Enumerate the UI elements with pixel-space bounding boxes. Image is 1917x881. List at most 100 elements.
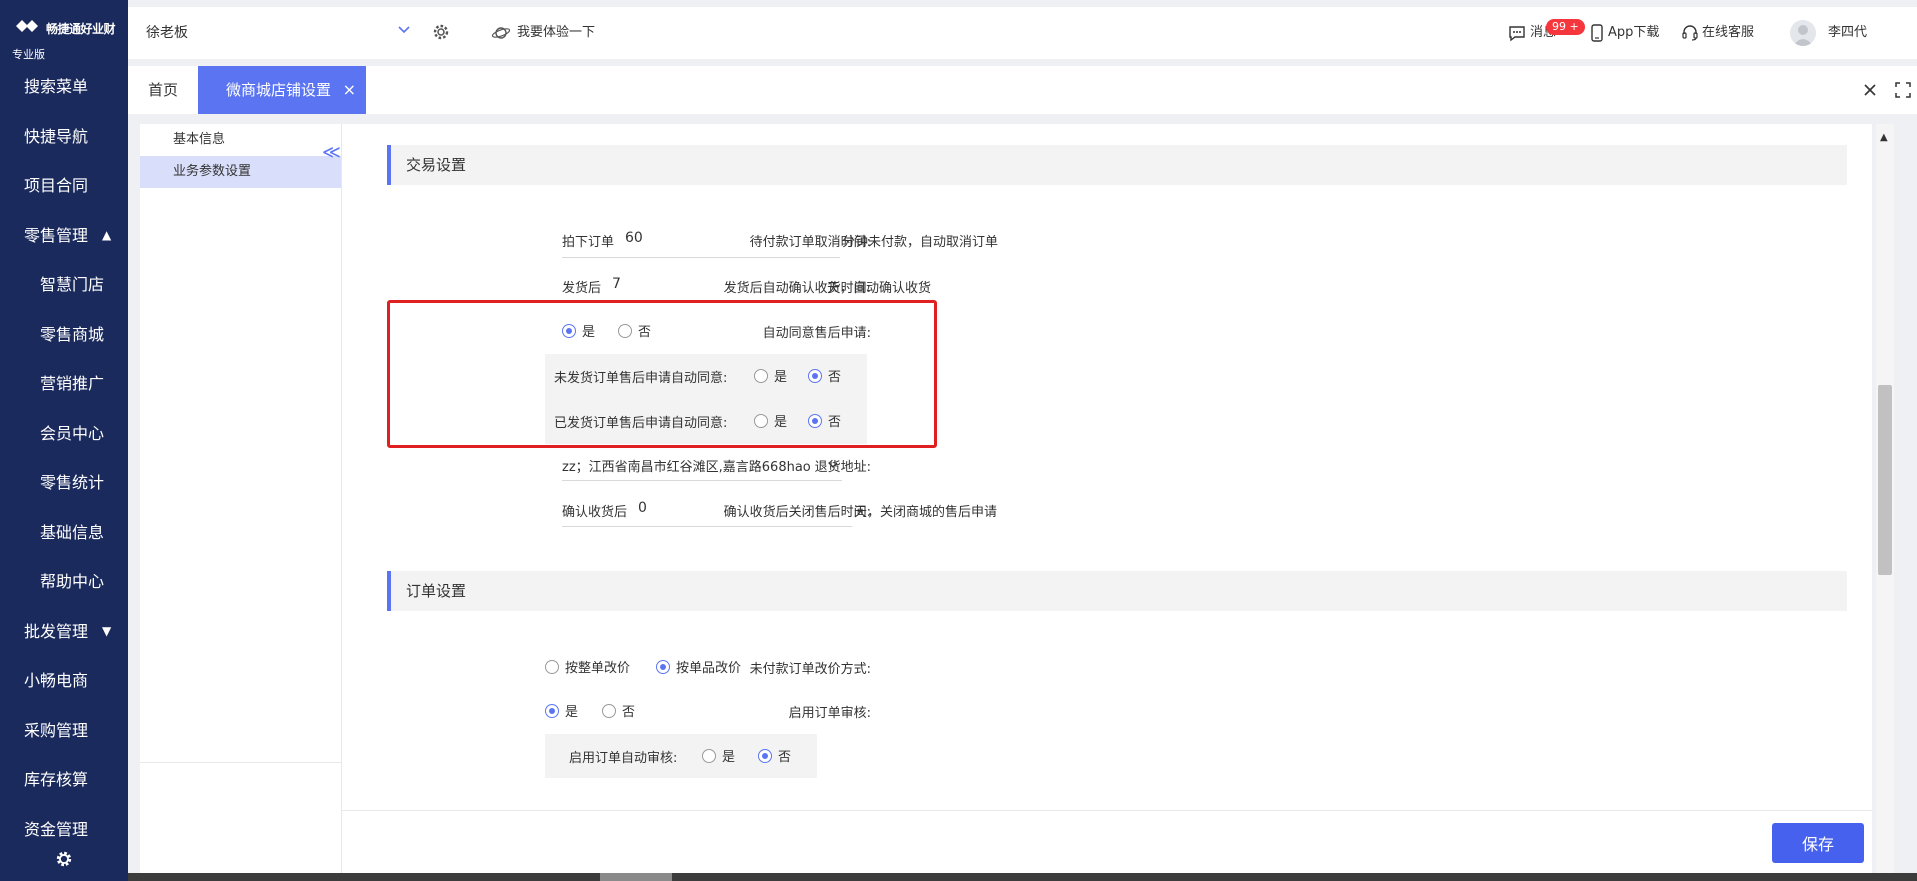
chevron-down-icon[interactable] <box>826 458 840 472</box>
tab-close-icon[interactable]: × <box>343 66 356 114</box>
sidebar-item-quick-nav[interactable]: 快捷导航 <box>0 112 128 162</box>
confirm-time-input[interactable]: 7 <box>612 276 621 292</box>
radio-label: 按单品改价 <box>676 661 742 676</box>
radio-unchecked <box>545 659 559 674</box>
experience-link[interactable]: 我要体验一下 <box>491 7 596 59</box>
sidebar-item-label: 会员中心 <box>40 423 105 443</box>
trade-section-header: 交易设置 <box>387 145 1847 185</box>
sidebar-item-retail[interactable]: 零售管理 ▲ <box>0 211 128 261</box>
sidebar-menu: 搜索菜单 快捷导航 项目合同 零售管理 ▲ 智慧门店 零售商城 营销推广 会员中心… <box>0 62 128 854</box>
save-button[interactable]: 保存 <box>1772 823 1864 863</box>
headset-icon <box>1682 24 1698 41</box>
settings-gear-icon[interactable] <box>431 22 451 42</box>
planet-icon <box>491 27 511 39</box>
sidebar-item-search-menu[interactable]: 搜索菜单 <box>0 62 128 112</box>
sidebar-item-help-center[interactable]: 帮助中心 <box>0 557 128 607</box>
sidebar-item-inventory[interactable]: 库存核算 <box>0 755 128 805</box>
sidebar-settings-button[interactable] <box>0 837 128 881</box>
sidebar-item-member-center[interactable]: 会员中心 <box>0 409 128 459</box>
close-aftersale-prefix: 确认收货后 <box>562 505 628 520</box>
radio-label: 是 <box>722 750 736 765</box>
sidebar-item-label: 零售统计 <box>40 473 105 492</box>
gear-icon <box>56 851 72 867</box>
return-address-select[interactable]: zz；江西省南昌市红谷滩区,嘉言路668hao <box>562 456 811 475</box>
sidebar-item-label: 快捷导航 <box>24 126 89 146</box>
confirm-time-suffix: 天，自动确认收货 <box>827 281 932 296</box>
fullscreen-icon[interactable] <box>1893 80 1913 100</box>
order-audit-no-radio[interactable]: 否 <box>602 701 635 720</box>
online-service-button[interactable]: 在线客服 <box>1682 7 1754 59</box>
sidebar-item-label: 小畅电商 <box>24 671 89 690</box>
trade-section-title: 交易设置 <box>406 156 467 174</box>
price-single-item-radio[interactable]: 按单品改价 <box>656 657 741 676</box>
close-aftersale-input[interactable]: 0 <box>638 500 647 516</box>
radio-checked <box>656 659 670 674</box>
sidebar-item-label: 批发管理 <box>24 621 89 641</box>
avatar[interactable] <box>1790 20 1816 46</box>
sidebar-item-project-contract[interactable]: 项目合同 <box>0 161 128 211</box>
chevron-down-icon[interactable] <box>396 21 412 37</box>
tab-bar: 首页 微商城店铺设置 × <box>128 66 1917 114</box>
user-name[interactable]: 李四代 <box>1828 7 1867 59</box>
sidebar-item-purchase[interactable]: 采购管理 <box>0 706 128 756</box>
radio-checked <box>758 748 772 763</box>
top-header: 徐老板 我要体验一下 消息 99 + App下载 在线客服 李四代 <box>128 7 1917 59</box>
radio-unchecked <box>602 703 616 718</box>
app-download-button[interactable]: App下载 <box>1590 7 1659 59</box>
order-audit-yes-radio[interactable]: 是 <box>545 701 578 720</box>
sidebar-item-retail-mall[interactable]: 零售商城 <box>0 310 128 360</box>
sidebar-item-label: 采购管理 <box>24 720 89 740</box>
highlight-annotation <box>387 300 937 448</box>
sidebar-item-label: 智慧门店 <box>40 275 105 294</box>
sidebar-item-label: 零售商城 <box>40 324 105 344</box>
sidebar-item-smart-store[interactable]: 智慧门店 <box>0 260 128 310</box>
order-section-title: 订单设置 <box>406 582 467 600</box>
scroll-up-arrow-icon[interactable]: ▲ <box>1880 132 1888 143</box>
experience-label: 我要体验一下 <box>517 25 596 40</box>
close-aftersale-label: 确认收货后关闭售后时间: <box>723 505 871 520</box>
sidebar-item-retail-stats[interactable]: 零售统计 <box>0 458 128 508</box>
radio-checked <box>545 703 559 718</box>
brand-edition: 专业版 <box>12 48 45 61</box>
sidebar-item-wholesale[interactable]: 批发管理 ▼ <box>0 607 128 657</box>
company-selector[interactable]: 徐老板 <box>146 7 188 59</box>
price-change-label: 未付款订单改价方式: <box>749 662 871 677</box>
auto-audit-no-radio[interactable]: 否 <box>758 746 791 765</box>
sidebar-item-basic-info[interactable]: 基础信息 <box>0 508 128 558</box>
nav-business-params[interactable]: 业务参数设置 <box>140 156 341 188</box>
order-audit-label: 启用订单审核: <box>788 706 871 721</box>
bottom-strip-segment <box>600 873 672 881</box>
sidebar: 畅捷通好业财 专业版 搜索菜单 快捷导航 项目合同 零售管理 ▲ 智慧门店 零售商… <box>0 0 128 881</box>
scrollbar-thumb[interactable] <box>1878 385 1892 575</box>
tab-mall-settings[interactable]: 微商城店铺设置 × <box>198 66 366 114</box>
tab-home[interactable]: 首页 <box>148 66 178 114</box>
radio-label: 否 <box>622 705 636 720</box>
sidebar-item-label: 基础信息 <box>40 522 105 542</box>
sidebar-item-label: 营销推广 <box>40 374 105 393</box>
caret-up-icon: ▲ <box>102 228 112 243</box>
nav-basic-info[interactable]: 基本信息 <box>140 124 341 156</box>
price-whole-order-radio[interactable]: 按整单改价 <box>545 657 630 676</box>
brand-name: 畅捷通好业财 <box>46 22 116 36</box>
sidebar-item-ecommerce[interactable]: 小畅电商 <box>0 656 128 706</box>
auto-audit-yes-radio[interactable]: 是 <box>702 746 735 765</box>
settings-nav: 基本信息 业务参数设置 ≪ <box>140 124 342 881</box>
sidebar-item-label: 项目合同 <box>24 176 89 195</box>
section-accent-bar <box>387 571 391 611</box>
close-aftersale-suffix: 天，关闭商城的售后申请 <box>854 505 998 520</box>
order-section-header: 订单设置 <box>387 571 1847 611</box>
close-aftersale-underline <box>562 526 852 527</box>
sidebar-item-label: 资金管理 <box>24 819 89 839</box>
tab-label: 微商城店铺设置 <box>226 81 332 99</box>
sidebar-item-label: 零售管理 <box>24 225 89 245</box>
return-address-label: 退货地址: <box>814 460 871 475</box>
settings-content: 交易设置 待付款订单取消时间: 拍下订单 60 分钟未付款，自动取消订单 发货后… <box>342 124 1872 881</box>
radio-unchecked <box>702 748 716 763</box>
sidebar-item-marketing[interactable]: 营销推广 <box>0 359 128 409</box>
cancel-time-underline <box>562 257 840 258</box>
close-all-tabs-icon[interactable] <box>1860 80 1880 100</box>
section-accent-bar <box>387 145 391 185</box>
collapse-icon[interactable]: ≪ <box>322 144 341 162</box>
footer-divider <box>342 810 1872 811</box>
cancel-time-input[interactable]: 60 <box>625 230 643 246</box>
